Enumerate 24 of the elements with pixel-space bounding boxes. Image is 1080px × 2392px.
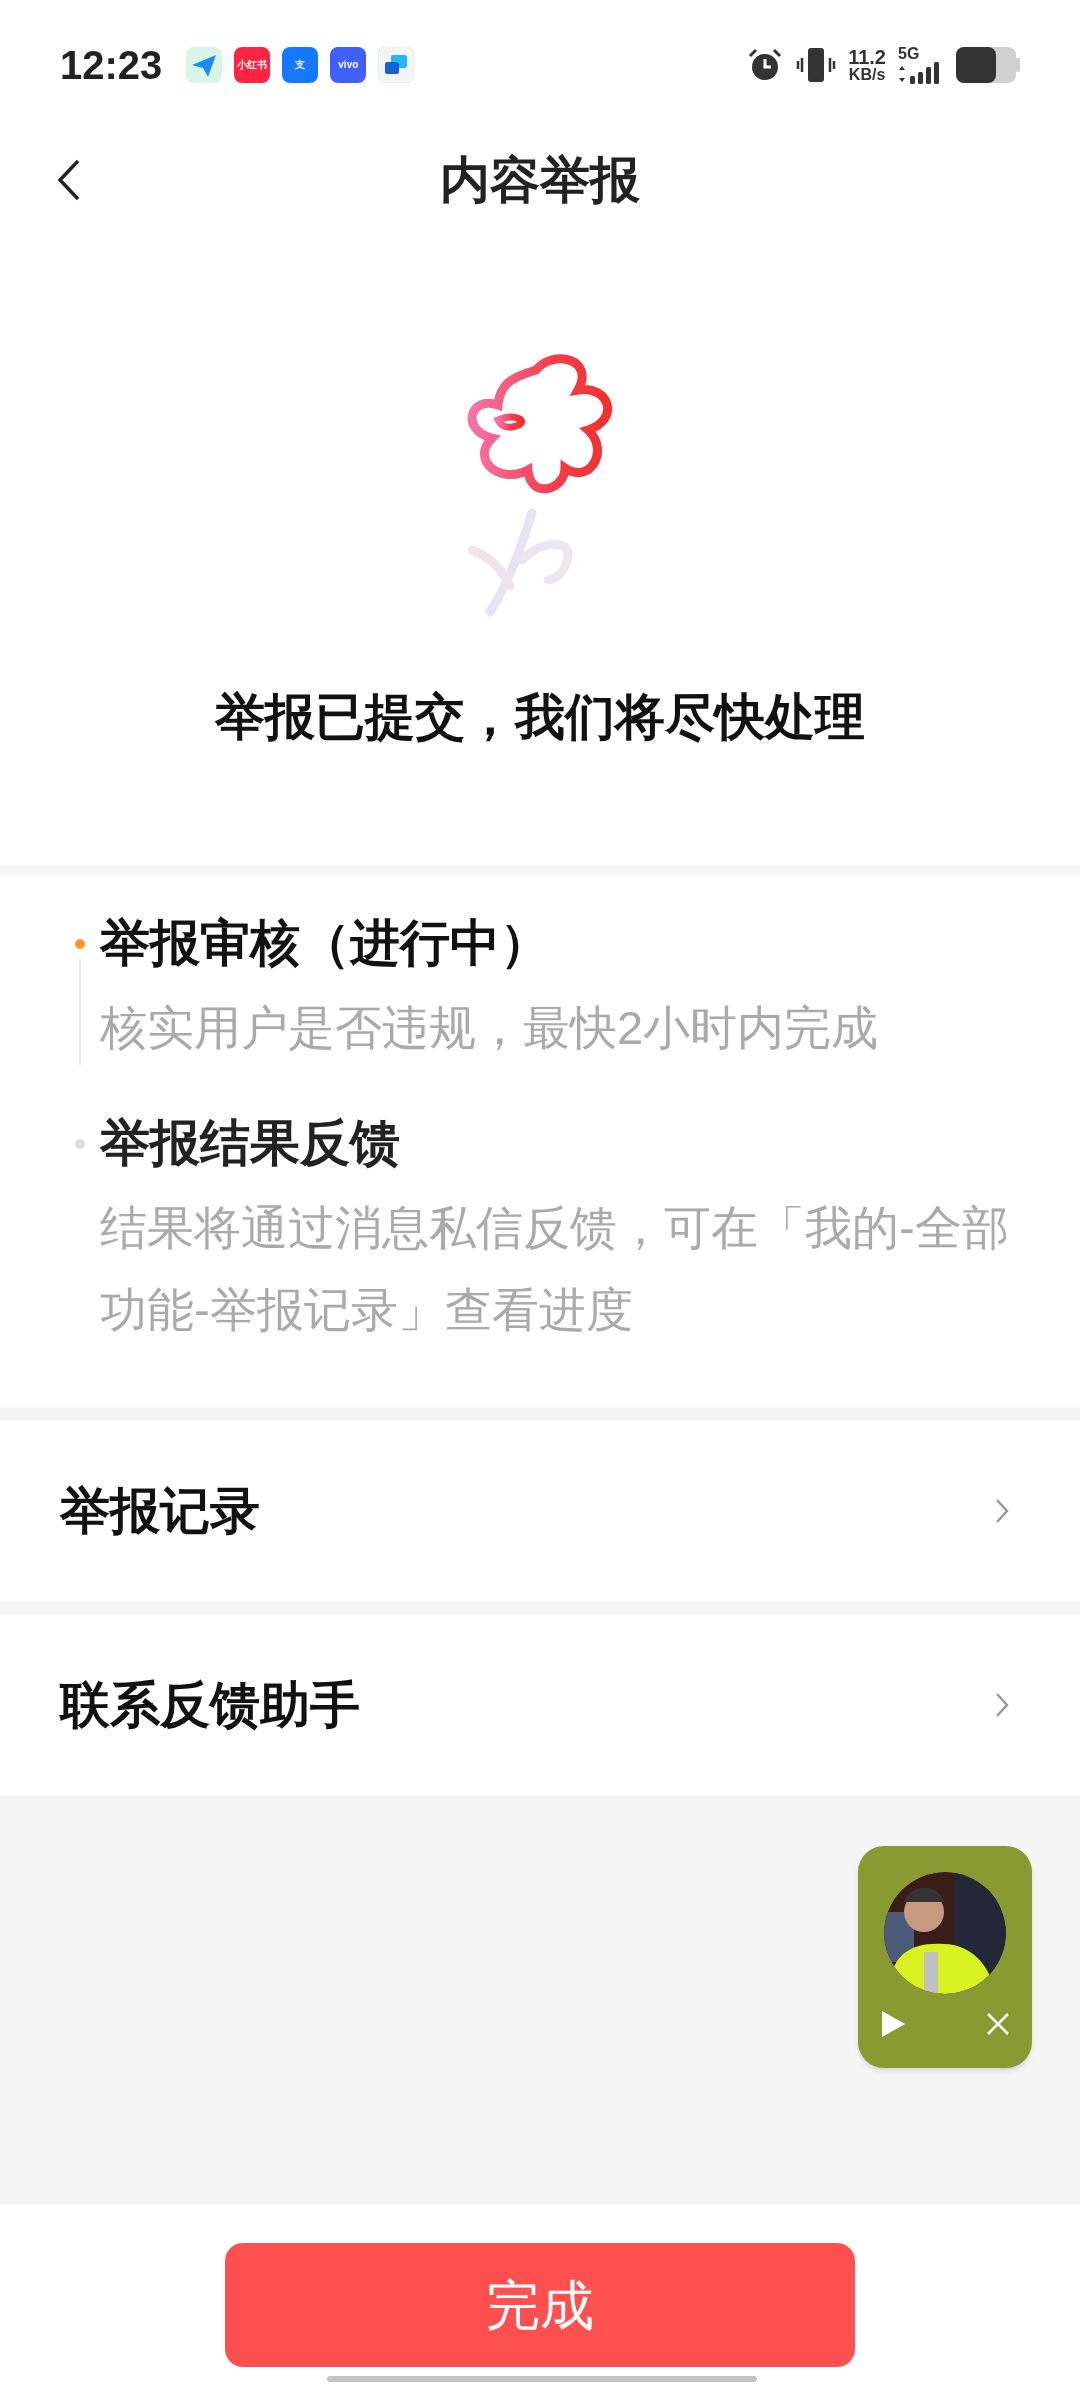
play-icon[interactable] [880,2010,906,2038]
step-description: 结果将通过消息私信反馈，可在「我的-全部功能-举报记录」查看进度 [100,1200,1010,1338]
page-title: 内容举报 [440,150,640,210]
net-speed: 11.2 [848,47,886,67]
chat-bubbles-icon [378,47,415,83]
app-logo: 支 [282,47,319,83]
vibrate-icon [796,46,837,84]
net-speed-unit: KB/s [848,67,886,83]
chevron-right-icon [994,1691,1010,1719]
status-time: 12:23 [60,42,163,89]
step-title: 举报结果反馈 [100,1114,401,1173]
paper-plane-icon [186,47,223,83]
battery-icon [956,47,1020,83]
step-title: 举报审核（进行中） [100,914,551,973]
network-type: 5G [898,46,920,62]
step-description: 核实用户是否违规，最快2小时内完成 [100,1000,880,1056]
floating-player[interactable] [858,1846,1032,2068]
menu-row[interactable]: 举报记录 [0,1421,1080,1601]
close-icon[interactable] [986,2012,1010,2036]
app-logo: vivo [330,47,367,83]
chevron-right-icon [994,1497,1010,1525]
menu-row[interactable]: 联系反馈助手 [0,1615,1080,1795]
app-logo: 小红书 [234,47,271,83]
result-message: 举报已提交，我们将尽快处理 [215,688,865,747]
